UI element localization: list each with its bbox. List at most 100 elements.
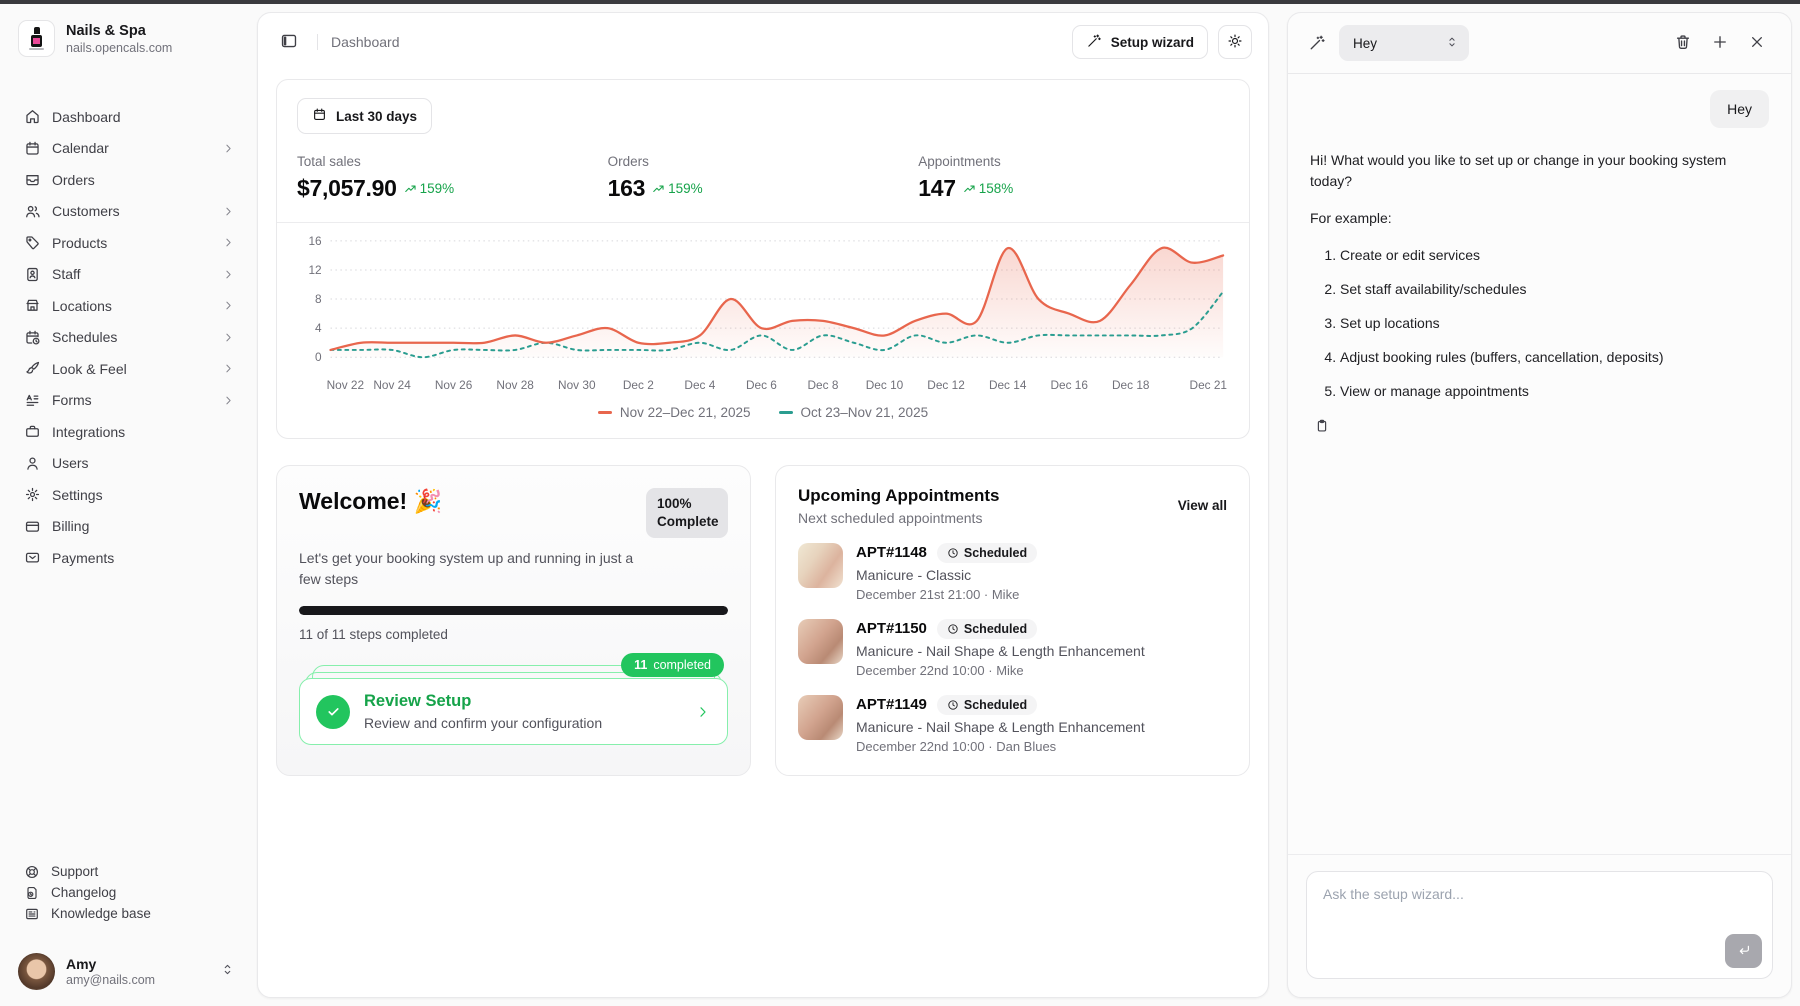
app-root: Nails & Spa nails.opencals.com Dashboard… (0, 4, 1800, 1006)
paintbrush-icon (24, 360, 41, 377)
svg-text:Dec 10: Dec 10 (866, 378, 904, 392)
workspace-switcher[interactable]: Nails & Spa nails.opencals.com (16, 20, 243, 57)
sidebar-item-forms[interactable]: Forms (16, 387, 243, 415)
view-all-link[interactable]: View all (1178, 498, 1227, 513)
review-setup-step[interactable]: Review Setup Review and confirm your con… (299, 678, 728, 745)
sidebar-item-dashboard[interactable]: Dashboard (16, 103, 243, 131)
clipboard-icon (1314, 418, 1330, 437)
sidebar-item-orders[interactable]: Orders (16, 166, 243, 194)
sidebar-item-staff[interactable]: Staff (16, 261, 243, 289)
appointment-id: APT#1149 (856, 696, 927, 713)
trending-up-icon (652, 182, 666, 196)
delete-conversation-button[interactable] (1669, 29, 1697, 57)
svg-text:Nov 26: Nov 26 (435, 378, 473, 392)
assistant-examples-list: Create or edit servicesSet staff availab… (1310, 245, 1769, 402)
sidebar-item-look-feel[interactable]: Look & Feel (16, 355, 243, 383)
workspace-domain: nails.opencals.com (66, 41, 172, 55)
sidebar-item-payments[interactable]: Payments (16, 544, 243, 572)
trash-icon (1674, 33, 1692, 54)
date-range-button[interactable]: Last 30 days (297, 98, 432, 134)
appointments-subtitle: Next scheduled appointments (798, 510, 999, 526)
appointment-service: Manicure - Nail Shape & Length Enhanceme… (856, 643, 1145, 659)
sidebar-item-billing[interactable]: Billing (16, 513, 243, 541)
close-panel-button[interactable] (1743, 29, 1771, 57)
assistant-example-item: Set staff availability/schedules (1340, 279, 1769, 300)
svg-text:8: 8 (315, 292, 322, 306)
setup-steps-stack: 11completed Review Setup Review and conf… (299, 678, 728, 745)
workspace-name: Nails & Spa (66, 23, 172, 39)
appointment-datetime: December 21st 21:00 · Mike (856, 587, 1037, 602)
party-popper-emoji: 🎉 (414, 488, 443, 514)
chat-input-box (1306, 871, 1773, 979)
gear-icon (24, 486, 41, 503)
new-conversation-button[interactable] (1706, 29, 1734, 57)
chevron-right-icon (695, 704, 711, 720)
sidebar-item-customers[interactable]: Customers (16, 198, 243, 226)
payment-icon (24, 549, 41, 566)
status-badge: Scheduled (937, 695, 1037, 715)
sidebar-item-settings[interactable]: Settings (16, 481, 243, 509)
send-button[interactable] (1725, 934, 1762, 968)
user-menu[interactable]: Amy amy@nails.com (16, 951, 243, 992)
sidebar-item-calendar[interactable]: Calendar (16, 135, 243, 163)
setup-progress-bar (299, 606, 728, 615)
breadcrumb: Dashboard (331, 34, 400, 50)
appointment-id: APT#1148 (856, 544, 927, 561)
sidebar-item-label: Calendar (52, 140, 211, 156)
step-title: Review Setup (364, 692, 602, 711)
sidebar-item-label: Orders (52, 172, 235, 188)
nail-polish-icon (34, 27, 40, 34)
svg-text:12: 12 (308, 263, 321, 277)
clock-icon (947, 623, 959, 635)
svg-text:Dec 16: Dec 16 (1050, 378, 1088, 392)
trending-up-icon (963, 182, 977, 196)
stats-row: Total sales$7,057.90159%Orders163159%App… (297, 154, 1229, 202)
appointment-datetime: December 22nd 10:00 · Dan Blues (856, 739, 1145, 754)
sidebar-item-products[interactable]: Products (16, 229, 243, 257)
chevron-right-icon (222, 299, 235, 312)
stat-label: Orders (608, 154, 919, 169)
chevron-right-icon (222, 394, 235, 407)
stat-value: 163 (608, 175, 645, 202)
sidebar-item-label: Products (52, 235, 211, 251)
appointment-datetime: December 22nd 10:00 · Mike (856, 663, 1145, 678)
main-header: Dashboard Setup wizard (258, 13, 1268, 71)
sidebar-item-knowledge-base[interactable]: Knowledge base (16, 903, 243, 924)
svg-text:Dec 4: Dec 4 (684, 378, 715, 392)
clock-icon (947, 547, 959, 559)
copy-message-button[interactable] (1310, 415, 1334, 439)
sidebar-item-support[interactable]: Support (16, 861, 243, 882)
svg-text:Dec 2: Dec 2 (623, 378, 654, 392)
user-name: Amy (66, 956, 209, 972)
return-key-icon (1736, 942, 1752, 961)
calendar-icon (312, 107, 327, 125)
sidebar-item-label: Settings (52, 487, 235, 503)
overview-card: Last 30 days Total sales$7,057.90159%Ord… (276, 79, 1250, 439)
chart-legend: Nov 22–Dec 21, 2025Oct 23–Nov 21, 2025 (297, 405, 1229, 424)
sidebar: Nails & Spa nails.opencals.com Dashboard… (0, 4, 257, 1006)
life-buoy-icon (24, 864, 40, 880)
appointment-row[interactable]: APT#1149ScheduledManicure - Nail Shape &… (798, 695, 1227, 754)
assistant-example-item: Set up locations (1340, 313, 1769, 334)
svg-text:Dec 6: Dec 6 (746, 378, 777, 392)
sidebar-item-schedules[interactable]: Schedules (16, 324, 243, 352)
sidebar-toggle-button[interactable] (274, 27, 304, 57)
chevron-right-icon (222, 331, 235, 344)
assistant-header: Hey (1288, 13, 1791, 73)
calendar-icon (24, 140, 41, 157)
appointment-row[interactable]: APT#1148ScheduledManicure - ClassicDecem… (798, 543, 1227, 602)
svg-text:Dec 18: Dec 18 (1112, 378, 1150, 392)
theme-toggle-button[interactable] (1218, 25, 1252, 59)
completion-badge: 100% Complete (646, 488, 728, 538)
sidebar-item-locations[interactable]: Locations (16, 292, 243, 320)
conversation-select[interactable]: Hey (1339, 25, 1469, 61)
sidebar-item-integrations[interactable]: Integrations (16, 418, 243, 446)
status-badge: Scheduled (937, 543, 1037, 563)
appointment-id: APT#1150 (856, 620, 927, 637)
chat-input[interactable] (1307, 872, 1772, 978)
setup-wizard-button[interactable]: Setup wizard (1072, 25, 1208, 59)
sidebar-item-changelog[interactable]: Changelog (16, 882, 243, 903)
user-message-bubble: Hey (1710, 90, 1769, 128)
appointment-row[interactable]: APT#1150ScheduledManicure - Nail Shape &… (798, 619, 1227, 678)
sidebar-item-users[interactable]: Users (16, 450, 243, 478)
